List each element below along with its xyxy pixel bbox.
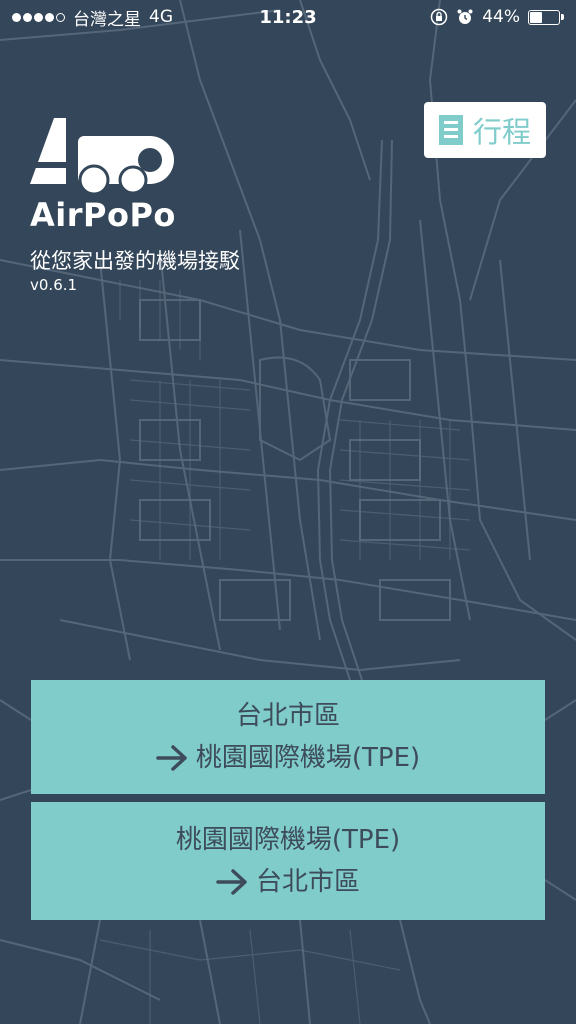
route-origin: 台北市區 bbox=[235, 701, 340, 731]
battery-icon bbox=[527, 9, 564, 25]
status-right: 44% bbox=[374, 7, 564, 27]
route-button-taipei-to-tpe[interactable]: 台北市區 桃園國際機場(TPE) bbox=[31, 680, 545, 794]
app-version: v0.6.1 bbox=[30, 276, 78, 294]
airpopo-logo-icon bbox=[30, 118, 174, 196]
carrier-name: 台灣之星 bbox=[73, 9, 141, 30]
arrow-right-icon bbox=[156, 745, 187, 771]
network-type: 4G bbox=[149, 7, 173, 27]
battery-percentage: 44% bbox=[482, 7, 520, 27]
route-destination-row: 台北市區 bbox=[216, 861, 360, 903]
document-list-icon bbox=[438, 115, 463, 145]
orientation-lock-icon bbox=[430, 8, 448, 26]
signal-strength-icon bbox=[12, 12, 65, 22]
status-time: 11:23 bbox=[259, 6, 317, 28]
app-tagline: 從您家出發的機場接駁 bbox=[30, 249, 240, 273]
alarm-clock-icon bbox=[457, 9, 473, 24]
itinerary-label: 行程 bbox=[472, 115, 531, 149]
status-bar: 台灣之星 4G 11:23 44% bbox=[0, 0, 576, 34]
itinerary-button[interactable]: 行程 bbox=[424, 102, 546, 158]
route-button-tpe-to-taipei[interactable]: 桃園國際機場(TPE) 台北市區 bbox=[31, 802, 545, 920]
route-destination-row: 桃園國際機場(TPE) bbox=[156, 737, 420, 779]
battery-fill bbox=[529, 11, 543, 23]
route-destination: 桃園國際機場(TPE) bbox=[195, 743, 421, 773]
route-destination: 台北市區 bbox=[255, 867, 360, 897]
arrow-right-icon bbox=[216, 869, 247, 895]
status-left: 台灣之星 4G bbox=[12, 5, 202, 30]
route-origin: 桃園國際機場(TPE) bbox=[175, 825, 401, 855]
app-name: AirPoPo bbox=[30, 196, 176, 234]
